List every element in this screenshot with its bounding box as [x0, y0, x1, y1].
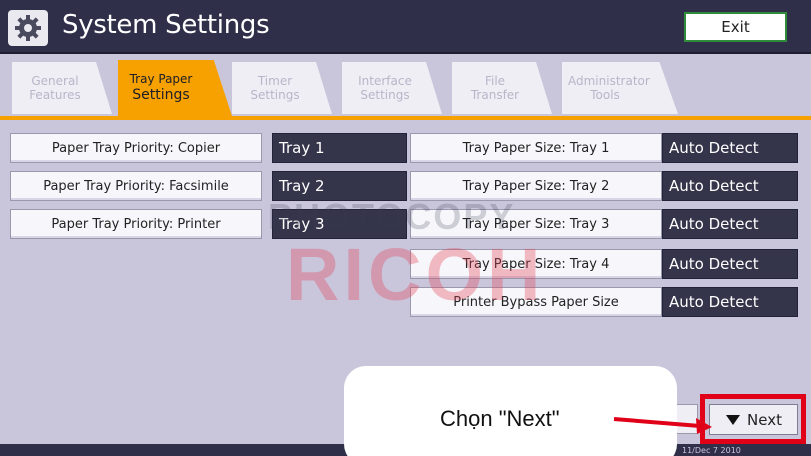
watermark-ricoh: RICOH	[286, 233, 545, 316]
tab-interface-settings[interactable]: Interface Settings	[342, 62, 442, 114]
page-title: System Settings	[62, 10, 270, 40]
tab-label-line2: Features	[29, 88, 81, 102]
tab-administrator-tools[interactable]: Administrator Tools	[562, 62, 678, 114]
tab-label-line1: Interface	[358, 74, 412, 88]
tab-label-line2: Tools	[590, 88, 620, 102]
tab-label-line1: Administrator	[568, 74, 650, 88]
next-button[interactable]: Next	[709, 404, 798, 435]
tab-label-line1: Timer	[257, 74, 293, 88]
tab-label-line1: File	[484, 74, 506, 88]
setting-value: Auto Detect	[662, 171, 798, 201]
next-label: Next	[747, 410, 782, 429]
paper-tray-priority-printer-button[interactable]: Paper Tray Priority: Printer	[10, 209, 262, 239]
setting-value: Auto Detect	[662, 133, 798, 163]
previous-button[interactable]	[676, 404, 698, 434]
paper-tray-priority-copier-button[interactable]: Paper Tray Priority: Copier	[10, 133, 262, 163]
tab-underline	[0, 116, 811, 120]
setting-value: Auto Detect	[662, 209, 798, 239]
tab-file-transfer[interactable]: File Transfer	[452, 62, 552, 114]
triangle-down-icon	[726, 414, 741, 425]
callout-text: Chọn "Next"	[440, 406, 560, 431]
tab-tray-paper-settings[interactable]: Tray Paper Settings	[118, 60, 232, 116]
tab-label-line2: Settings	[132, 87, 190, 103]
tray-paper-size-tray1-button[interactable]: Tray Paper Size: Tray 1	[410, 133, 662, 163]
exit-button[interactable]: Exit	[684, 12, 787, 42]
tab-label-line1: General	[31, 74, 79, 88]
setting-value: Tray 1	[272, 133, 407, 163]
tab-general-features[interactable]: General Features	[12, 62, 112, 114]
setting-value: Auto Detect	[662, 249, 798, 279]
paper-tray-priority-facsimile-button[interactable]: Paper Tray Priority: Facsimile	[10, 171, 262, 201]
tab-bar: General Features Tray Paper Settings Timer…	[0, 56, 811, 120]
footer-stamp: 11/Dec 7 2010	[682, 446, 741, 455]
tab-label-line1: Tray Paper	[129, 72, 193, 86]
tab-label-line2: Settings	[360, 88, 410, 102]
tab-label-line2: Settings	[250, 88, 300, 102]
title-bar: System Settings Exit	[0, 0, 811, 54]
gear-icon	[8, 10, 48, 46]
setting-value: Auto Detect	[662, 287, 798, 317]
tab-timer-settings[interactable]: Timer Settings	[232, 62, 332, 114]
tab-label-line2: Transfer	[470, 88, 520, 102]
